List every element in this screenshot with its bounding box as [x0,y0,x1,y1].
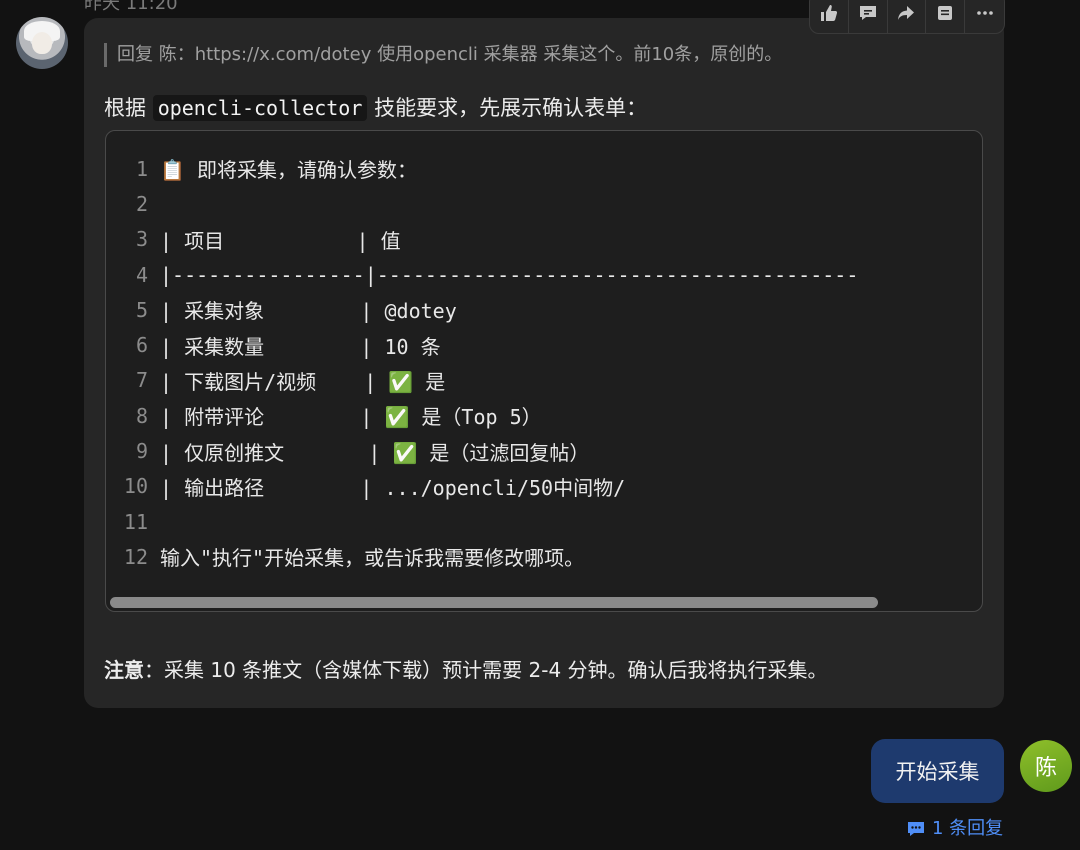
reply-count-label: 1 条回复 [932,818,1004,839]
reply-thread-icon [908,822,924,836]
line-number: 8 [135,403,148,428]
code-line: 3 | 项目 | 值 [106,222,858,257]
code-line: 5 | 采集对象 | @dotey [106,292,858,327]
code-line-text: 输入"执行"开始采集，或告诉我需要修改哪项。 [160,546,585,571]
code-line: 4 |----------------|---------------------… [106,257,858,292]
line-number: 9 [135,439,148,464]
intro-after: 技能要求，先展示确认表单： [367,96,648,120]
code-line: 7 | 下载图片/视频 | ✅ 是 [106,363,858,398]
code-line: 8 | 附带评论 | ✅ 是（Top 5） [106,398,858,433]
code-line-text: | 附带评论 | ✅ 是（Top 5） [160,405,542,430]
forward-button[interactable] [888,0,927,33]
note-text: 注意：采集 10 条推文（含媒体下载）预计需要 2-4 分钟。确认后我将执行采集… [104,655,828,685]
intro-before: 根据 [104,96,153,120]
line-number: 7 [135,368,148,393]
forward-icon [898,6,915,20]
code-line-text: 📋 即将采集，请确认参数： [160,158,417,183]
line-number: 3 [135,227,148,252]
line-number: 5 [135,297,148,322]
bookmark-icon [938,6,953,20]
note-label: 注意 [104,658,144,682]
reply-count-link[interactable]: 1 条回复 [906,816,1003,842]
line-number: 2 [135,191,148,216]
code-scrollbar[interactable] [110,597,878,608]
avatar-face [32,32,52,54]
code-line: 6 | 采集数量 | 10 条 [106,327,858,362]
note-body: ：采集 10 条推文（含媒体下载）预计需要 2-4 分钟。确认后我将执行采集。 [144,658,828,682]
thumbs-up-button[interactable] [810,0,849,33]
bookmark-button[interactable] [926,0,966,33]
code-line-text: | 仅原创推文 | ✅ 是（过滤回复帖） [160,440,590,465]
code-line: 11 [106,504,858,539]
more-button[interactable] [965,0,1004,33]
code-line-text: | 采集对象 | @dotey [160,299,457,324]
code-line-text: | 采集数量 | 10 条 [160,334,441,359]
code-line: 2 [106,186,858,221]
line-number: 12 [123,544,148,569]
line-number: 4 [135,262,148,287]
user-avatar[interactable]: 陈 [1020,740,1072,792]
code-line: 1 📋 即将采集，请确认参数： [106,151,858,186]
code-line-text: | 项目 | 值 [160,228,401,253]
code-line-text: |----------------|----------------------… [160,262,859,287]
more-icon [976,11,993,15]
reply-quote[interactable]: 回复 陈：https://x.com/dotey 使用opencli 采集器 采… [104,43,782,67]
user-message-bubble: 开始采集 [871,739,1004,803]
line-number: 1 [135,156,148,181]
line-number: 6 [135,333,148,358]
comment-icon [859,6,876,20]
code-line: 10 | 输出路径 | .../opencli/50中间物/ [106,469,858,504]
code-line: 12 输入"执行"开始采集，或告诉我需要修改哪项。 [106,539,858,574]
message-action-toolbar [809,0,1005,34]
line-number: 10 [123,474,148,499]
intro-text: 根据 opencli-collector 技能要求，先展示确认表单： [104,92,647,124]
code-line-text: | 输出路径 | .../opencli/50中间物/ [160,475,626,500]
thumbs-up-icon [820,5,837,21]
code-line: 9 | 仅原创推文 | ✅ 是（过滤回复帖） [106,433,858,468]
code-line-text: | 下载图片/视频 | ✅ 是 [160,369,446,394]
code-lines: 1 📋 即将采集，请确认参数： 2 3 | 项目 | 值 4 |--------------… [106,151,858,575]
comment-button[interactable] [849,0,888,33]
code-block: 1 📋 即将采集，请确认参数： 2 3 | 项目 | 值 4 |--------------… [105,130,983,612]
bot-avatar[interactable] [16,17,68,69]
inline-code: opencli-collector [152,95,368,121]
message-timestamp: 昨天 11:20 [84,0,178,14]
line-number: 11 [123,509,148,534]
